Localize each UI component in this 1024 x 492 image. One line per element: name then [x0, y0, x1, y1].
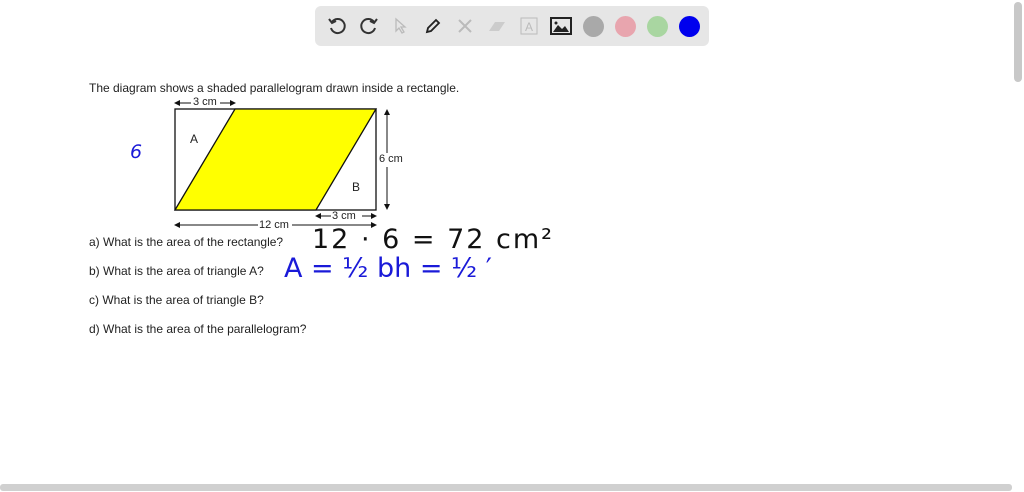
bottom-right-dimension: 3 cm — [332, 210, 356, 222]
question-b: b) What is the area of triangle A? — [89, 264, 264, 278]
vertical-scrollbar[interactable] — [1014, 2, 1022, 482]
bottom-dimension: 12 cm — [259, 219, 289, 231]
question-a: a) What is the area of the rectangle? — [89, 235, 284, 249]
top-dimension: 3 cm — [193, 96, 217, 108]
handwritten-side-note: 6 — [130, 141, 143, 163]
handwritten-answer-b: A = ½ bh = ½ ′ — [284, 253, 492, 284]
question-c: c) What is the area of triangle B? — [89, 293, 264, 307]
question-d: d) What is the area of the parallelogram… — [89, 322, 307, 336]
handwritten-answer-a: 12 · 6 = 72 cm² — [312, 224, 554, 255]
right-dimension: 6 cm — [379, 153, 403, 165]
label-b: B — [352, 180, 361, 194]
horizontal-scrollbar[interactable] — [0, 484, 1012, 491]
label-a: A — [190, 132, 199, 146]
vertical-scroll-thumb[interactable] — [1014, 2, 1022, 82]
